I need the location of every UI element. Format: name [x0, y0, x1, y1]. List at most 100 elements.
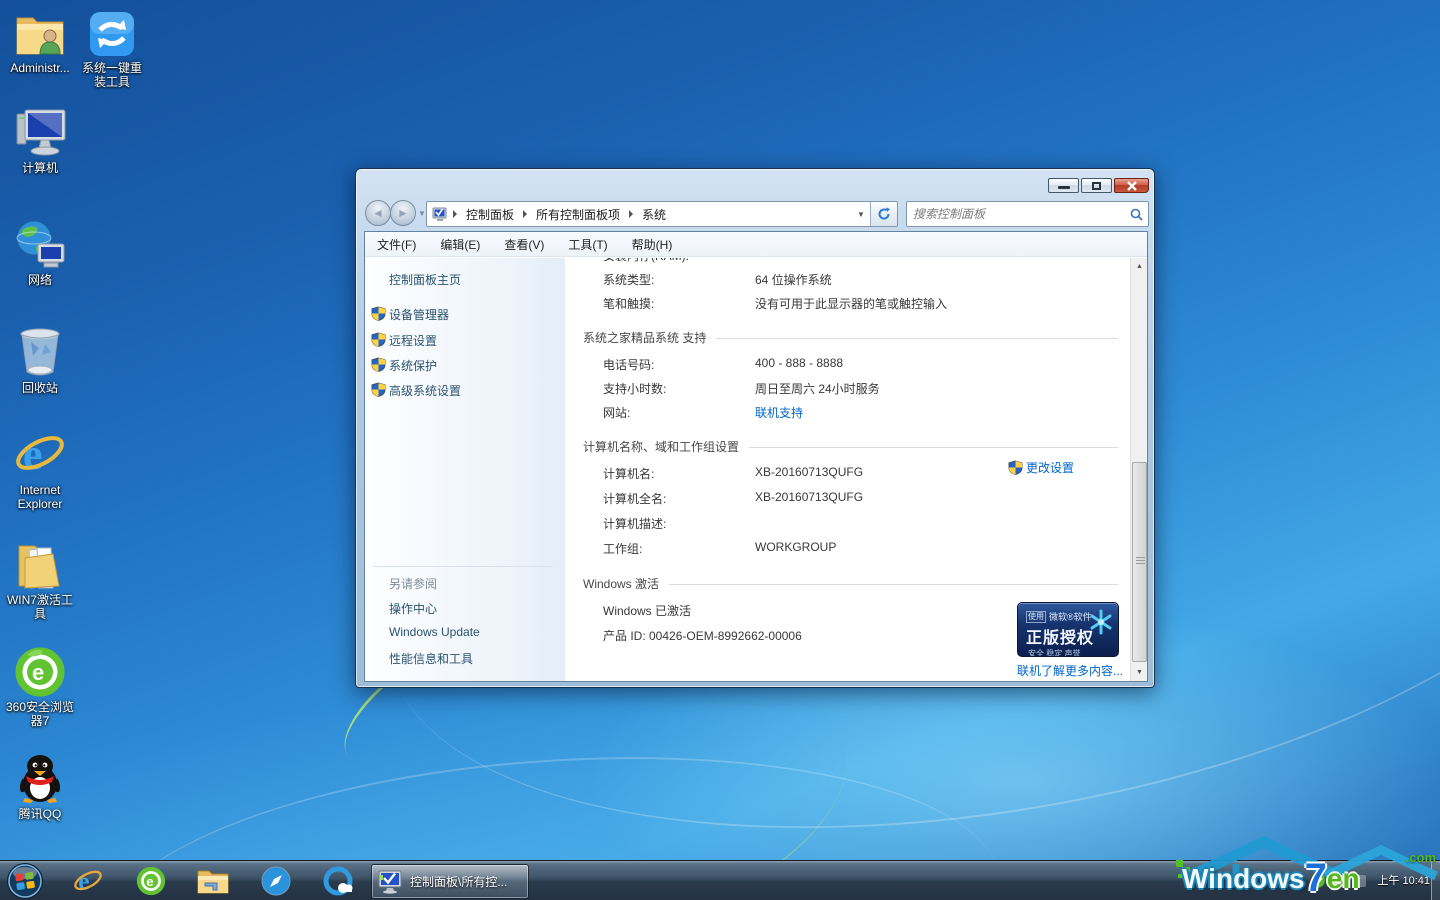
badge-brand-label: 微软®软件	[1049, 610, 1092, 623]
desktop-icon-label-line2: 器7	[2, 714, 78, 728]
desktop-icon-360-browser[interactable]: e 360安全浏览 器7	[2, 645, 78, 728]
taskbar-internet-explorer[interactable]: e	[72, 865, 104, 897]
system-tray: ▲ 上午 10:41	[1296, 861, 1430, 900]
search-box[interactable]	[906, 201, 1149, 227]
badge-use-label: 使用	[1026, 611, 1046, 623]
breadcrumb-control-panel[interactable]: 控制面板	[462, 204, 518, 225]
refresh-icon	[877, 207, 891, 221]
sidebar-remote-settings[interactable]: 远程设置	[389, 332, 437, 349]
search-input[interactable]	[907, 207, 1124, 221]
address-dropdown-button[interactable]: ▼	[852, 202, 870, 226]
section-divider	[749, 447, 1118, 448]
breadcrumb: 控制面板 所有控制面板项 系统	[427, 204, 852, 225]
desktop-icon-internet-explorer[interactable]: e Internet Explorer	[2, 428, 78, 511]
desktop-icon-label-line1: Internet	[2, 483, 78, 497]
desktop-icon-recycle-bin[interactable]: 回收站	[2, 326, 78, 395]
scrollbar-thumb[interactable]	[1132, 462, 1147, 662]
desktop-icon-network[interactable]: 网络	[2, 218, 78, 287]
menu-bar: 文件(F) 编辑(E) 查看(V) 工具(T) 帮助(H)	[365, 232, 1147, 257]
forward-button[interactable]: ►	[390, 200, 416, 226]
svg-text:e: e	[23, 430, 43, 479]
scroll-up-button[interactable]: ▲	[1131, 258, 1148, 275]
sidebar-windows-update[interactable]: Windows Update	[389, 625, 480, 639]
desktop-icon-computer[interactable]: 计算机	[2, 106, 78, 175]
section-divider	[669, 584, 1118, 585]
menu-edit[interactable]: 编辑(E)	[440, 236, 480, 253]
search-icon[interactable]	[1124, 208, 1148, 221]
info-row-hours: 支持小时数: 周日至周六 24小时服务	[603, 380, 880, 397]
tray-icon[interactable]	[1353, 875, 1366, 887]
show-desktop-button[interactable]	[1431, 861, 1440, 900]
info-row-pen-touch: 笔和触摸: 没有可用于此显示器的笔或触控输入	[603, 295, 947, 312]
desktop-icon-label-line2: Explorer	[2, 497, 78, 511]
start-button[interactable]	[6, 862, 44, 900]
learn-more-link[interactable]: 联机了解更多内容...	[1017, 662, 1123, 679]
taskbar-compass-browser[interactable]	[260, 865, 292, 897]
taskbar-clock[interactable]: 上午 10:41	[1377, 875, 1430, 888]
section-support: 系统之家精品系统 支持	[583, 329, 1118, 346]
sidebar-device-manager[interactable]: 设备管理器	[389, 306, 449, 323]
genuine-star-icon	[1088, 609, 1114, 635]
system-task-icon	[378, 870, 404, 894]
close-button[interactable]	[1114, 178, 1149, 193]
system-window: ◄ ► ▼ 控制面板 所有控制面板项 系统	[355, 168, 1155, 688]
svg-text:e: e	[78, 868, 89, 896]
recent-pages-dropdown[interactable]: ▼	[418, 209, 426, 218]
maximize-button[interactable]	[1081, 178, 1112, 193]
hidden-icons-button[interactable]: ▲	[1296, 877, 1304, 886]
sidebar-action-center[interactable]: 操作中心	[389, 600, 437, 617]
sidebar-system-protection[interactable]: 系统保护	[389, 357, 437, 374]
minimize-button[interactable]	[1048, 178, 1079, 193]
uac-shield-icon	[371, 306, 386, 321]
computer-icon	[2, 106, 78, 158]
taskbar-explorer[interactable]	[197, 865, 229, 897]
breadcrumb-all-items[interactable]: 所有控制面板项	[532, 204, 624, 225]
online-support-link[interactable]: 联机支持	[755, 404, 803, 421]
open-folder-icon	[2, 538, 78, 590]
tray-icon[interactable]	[1333, 875, 1346, 887]
security-shield-icon[interactable]	[1311, 873, 1326, 889]
chevron-down-icon: ▼	[418, 209, 426, 218]
close-icon	[1126, 181, 1138, 191]
change-settings[interactable]: 更改设置	[1008, 459, 1074, 476]
breadcrumb-system[interactable]: 系统	[638, 204, 670, 225]
svg-text:e: e	[146, 874, 153, 889]
desktop-icon-tencent-qq[interactable]: 腾讯QQ	[2, 752, 78, 821]
main-area: 控制面板主页 设备管理器 远程设置	[365, 258, 1147, 681]
menu-file[interactable]: 文件(F)	[377, 236, 416, 253]
desktop-icon-win7-activator[interactable]: WIN7激活工 具	[2, 538, 78, 621]
taskbar-task-control-panel[interactable]: 控制面板\所有控...	[371, 864, 529, 899]
taskbar-qq-browser[interactable]	[322, 865, 354, 897]
vertical-scrollbar[interactable]: ▲ ▼	[1130, 258, 1147, 681]
address-bar[interactable]: 控制面板 所有控制面板项 系统 ▼	[426, 201, 898, 227]
info-row-phone: 电话号码: 400 - 888 - 8888	[603, 356, 843, 373]
sidebar-performance-tools[interactable]: 性能信息和工具	[389, 650, 473, 667]
qq-browser-icon	[323, 866, 353, 896]
section-activation: Windows 激活	[583, 575, 1118, 592]
menu-view[interactable]: 查看(V)	[504, 236, 544, 253]
maximize-icon	[1092, 182, 1101, 190]
scroll-down-button[interactable]: ▼	[1131, 664, 1148, 681]
info-row-product-id: 产品 ID: 00426-OEM-8992662-00006	[603, 627, 802, 644]
refresh-button[interactable]	[870, 202, 897, 226]
wallpaper-streak	[1169, 534, 1440, 900]
scroll-down-icon: ▼	[1136, 669, 1143, 676]
qq-penguin-icon	[2, 752, 78, 804]
menu-tools[interactable]: 工具(T)	[568, 236, 607, 253]
sidebar-advanced-settings[interactable]: 高级系统设置	[389, 382, 461, 399]
menu-help[interactable]: 帮助(H)	[632, 236, 673, 253]
system-info-content: 安装内存(RAM): 4.00 GB 系统类型: 64 位操作系统 笔和触摸: …	[565, 258, 1130, 681]
scroll-up-icon: ▲	[1136, 263, 1143, 270]
caret-up-icon: ▲	[1296, 877, 1304, 886]
recycle-bin-icon	[2, 326, 78, 378]
change-settings-link[interactable]: 更改设置	[1026, 459, 1074, 476]
desktop-icon-reinstall-tool[interactable]: 系统一键重 装工具	[74, 6, 150, 89]
internet-explorer-icon: e	[2, 428, 78, 480]
taskbar-360-browser[interactable]: e	[135, 865, 167, 897]
sidebar-control-panel-home[interactable]: 控制面板主页	[389, 271, 461, 288]
uac-shield-icon	[371, 332, 386, 347]
desktop-icon-label: 回收站	[2, 381, 78, 395]
desktop-icon-administrator[interactable]: Administr...	[2, 6, 78, 75]
internet-explorer-icon: e	[73, 866, 103, 896]
back-button[interactable]: ◄	[365, 200, 391, 226]
